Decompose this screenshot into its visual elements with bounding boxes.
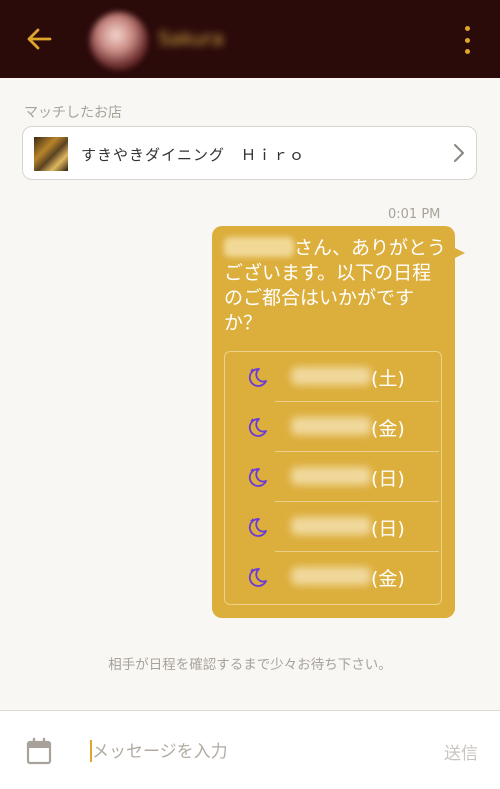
schedule-option[interactable]: (土) bbox=[225, 352, 441, 402]
moon-icon bbox=[248, 518, 267, 537]
message-input[interactable] bbox=[88, 735, 414, 769]
send-button[interactable]: 送信 bbox=[444, 739, 478, 764]
more-vertical-icon bbox=[464, 26, 470, 31]
schedule-option[interactable]: (日) bbox=[225, 502, 441, 552]
more-menu-button[interactable] bbox=[462, 26, 472, 54]
chevron-right-icon bbox=[454, 144, 464, 162]
moon-icon bbox=[248, 418, 267, 437]
partner-avatar[interactable] bbox=[90, 12, 148, 70]
calendar-icon[interactable] bbox=[26, 737, 52, 765]
date-redacted bbox=[291, 567, 371, 585]
moon-icon bbox=[248, 568, 267, 587]
message-timestamp: 0:01 PM bbox=[388, 207, 441, 222]
date-redacted bbox=[291, 517, 371, 535]
back-button[interactable] bbox=[22, 22, 56, 56]
schedule-day: (土) bbox=[371, 368, 405, 390]
schedule-day: (日) bbox=[371, 518, 405, 540]
schedule-option[interactable]: (金) bbox=[225, 552, 441, 602]
schedule-day: (金) bbox=[371, 568, 405, 590]
moon-icon bbox=[248, 468, 267, 487]
schedule-list: (土) (金) (日) (日) (金) bbox=[224, 351, 442, 605]
moon-icon bbox=[248, 368, 267, 387]
schedule-option[interactable]: (金) bbox=[225, 402, 441, 452]
shop-name: すきやきダイニング Ｈｉｒｏ bbox=[81, 146, 306, 164]
message-composer: 送信 bbox=[0, 710, 500, 789]
shop-thumbnail bbox=[34, 137, 68, 171]
message-text: さん、ありがとうございます。以下の日程のご都合はいかがですか？ bbox=[224, 236, 449, 336]
arrow-left-icon bbox=[27, 28, 52, 50]
message-bubble: さん、ありがとうございます。以下の日程のご都合はいかがですか？ (土) (金) … bbox=[212, 226, 455, 618]
schedule-day: (金) bbox=[371, 418, 405, 440]
date-redacted bbox=[291, 467, 371, 485]
chat-header: Sakura bbox=[0, 0, 500, 78]
waiting-status-note: 相手が日程を確認するまで少々お待ち下さい。 bbox=[108, 657, 392, 673]
schedule-day: (日) bbox=[371, 468, 405, 490]
schedule-option[interactable]: (日) bbox=[225, 452, 441, 502]
date-redacted bbox=[291, 367, 371, 385]
matched-shop-label: マッチしたお店 bbox=[24, 105, 122, 121]
blurred-recipient-name bbox=[224, 237, 294, 257]
partner-name: Sakura bbox=[158, 28, 224, 50]
matched-shop-card[interactable]: すきやきダイニング Ｈｉｒｏ bbox=[22, 126, 477, 180]
date-redacted bbox=[291, 417, 371, 435]
